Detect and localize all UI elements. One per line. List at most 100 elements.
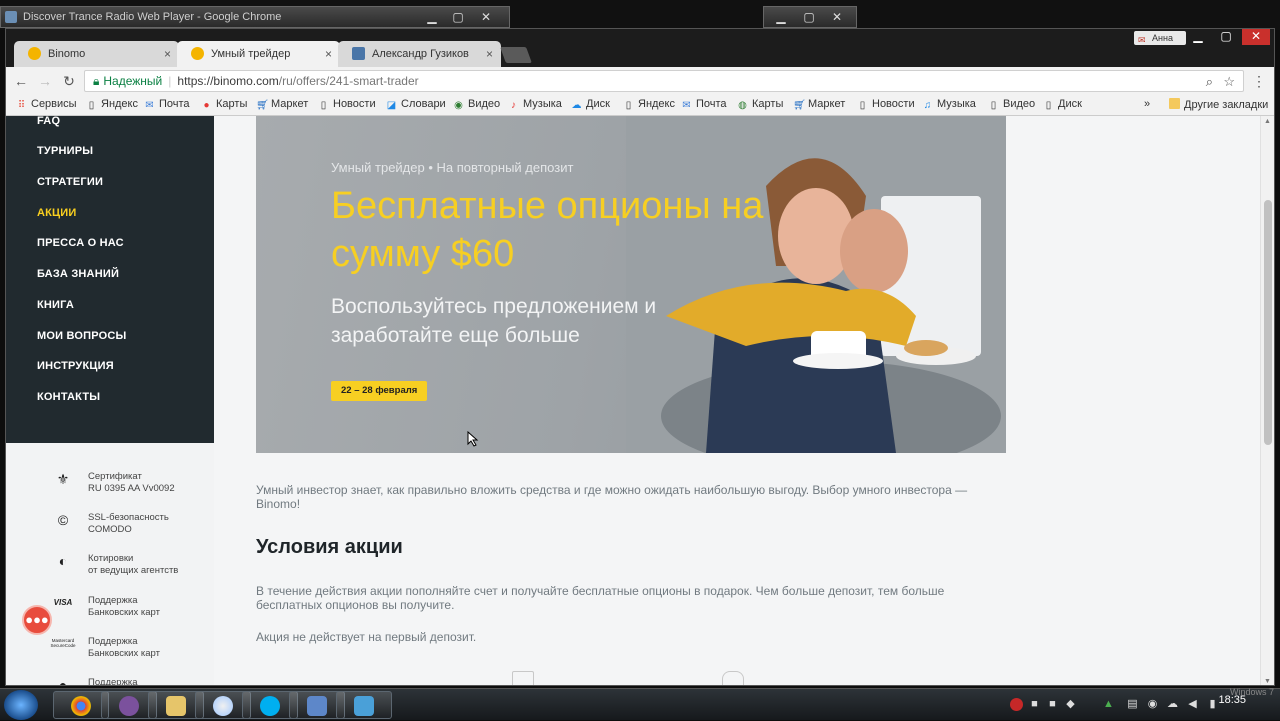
nav-item-faq[interactable]: FAQ — [37, 116, 60, 127]
maximize-icon[interactable]: ▢ — [796, 9, 822, 25]
mail-icon: ✉ — [145, 100, 154, 111]
bookmark-item[interactable]: ♪ Музыка — [508, 98, 562, 111]
close-icon[interactable]: ✕ — [473, 9, 499, 25]
close-icon[interactable]: ✕ — [1242, 29, 1270, 45]
bookmarks-overflow-button[interactable]: » — [1144, 98, 1150, 110]
video-icon: ◉ — [454, 100, 463, 111]
nav-item-contacts[interactable]: КОНТАКТЫ — [37, 391, 100, 403]
profile-icon: ✉ — [1138, 35, 1146, 45]
paint-icon — [213, 696, 233, 716]
address-bar[interactable]: 🔒︎ Надежный | https://binomo.com/ru/offers/… — [84, 70, 1244, 92]
background-window-titlebar[interactable]: Discover Trance Radio Web Player - Googl… — [0, 6, 510, 28]
conditions-note: Акция не действует на первый депозит. — [256, 630, 477, 644]
google-drive-icon[interactable]: ▲ — [1102, 698, 1115, 711]
keyboard-icon — [307, 696, 327, 716]
chrome-window: Binomo × Умный трейдер × Александр Гузик… — [5, 28, 1275, 686]
tray-icon[interactable]: ▤ — [1126, 698, 1139, 711]
conditions-paragraph: В течение действия акции пополняйте счет… — [256, 584, 945, 612]
mouse-cursor-icon — [467, 431, 479, 447]
couple-photo-illustration — [626, 116, 1006, 453]
forward-icon[interactable]: → — [36, 72, 54, 90]
bookmark-item[interactable]: ▯ Видео — [988, 98, 1035, 111]
lock-icon — [512, 671, 534, 685]
minimize-icon[interactable]: ▁ — [768, 9, 794, 25]
other-bookmarks-folder[interactable]: Другие закладки — [1169, 98, 1268, 111]
tray-icon[interactable]: ■ — [1046, 698, 1059, 711]
bookmark-item[interactable]: ▯ Диск — [1043, 98, 1082, 111]
nav-item-instructions[interactable]: ИНСТРУКЦИЯ — [37, 360, 114, 372]
nav-item-press[interactable]: ПРЕССА О НАС — [37, 237, 124, 249]
taskbar-remote-desktop[interactable] — [336, 691, 392, 719]
scroll-up-icon[interactable]: ▲ — [1264, 118, 1271, 125]
apps-grid-icon: ⠿ — [17, 100, 26, 111]
page-icon: ▯ — [990, 100, 997, 111]
tray-icon[interactable]: ◉ — [1146, 698, 1159, 711]
maximize-icon[interactable]: ▢ — [445, 9, 471, 25]
comodo-icon: © — [57, 512, 69, 528]
bookmark-item[interactable]: ◉ Видео — [453, 98, 500, 111]
minimize-icon[interactable]: ▁ — [1184, 29, 1212, 45]
minimize-icon[interactable]: ▁ — [419, 9, 445, 25]
nav-item-promotions[interactable]: АКЦИИ — [37, 207, 77, 219]
bookmark-services[interactable]: ⠿ Сервисы — [16, 98, 77, 111]
bookmark-item[interactable]: 🛒︎ Маркет — [793, 98, 845, 111]
page-icon: ▯ — [320, 100, 327, 111]
bookmark-item[interactable]: ▯ Новости — [857, 98, 915, 111]
bookmark-item[interactable]: ♫ Музыка — [922, 98, 976, 111]
profile-name: Анна — [1152, 33, 1173, 43]
apple-icon: ● — [58, 677, 68, 686]
new-tab-button[interactable] — [500, 47, 532, 63]
bookmark-star-icon[interactable]: ☆ — [1223, 72, 1235, 92]
bookmark-item[interactable]: ◪ Словари — [386, 98, 446, 111]
page-scrollbar[interactable]: ▲ ▼ — [1260, 116, 1274, 685]
bookmark-item[interactable]: ✉ Почта — [681, 98, 726, 111]
remote-desktop-icon — [354, 696, 374, 716]
close-icon[interactable]: ✕ — [824, 9, 850, 25]
bookmark-item[interactable]: ▯ Яндекс — [623, 98, 675, 111]
start-button[interactable] — [4, 690, 38, 720]
tray-icon[interactable]: ☁ — [1166, 698, 1179, 711]
page-icon: ▯ — [1045, 100, 1052, 111]
nav-item-book[interactable]: КНИГА — [37, 299, 74, 311]
nav-item-knowledge-base[interactable]: БАЗА ЗНАНИЙ — [37, 268, 119, 280]
promo-date-badge: 22 – 28 февраля — [331, 381, 428, 401]
tab-close-icon[interactable]: × — [164, 41, 171, 67]
scroll-down-icon[interactable]: ▼ — [1264, 678, 1271, 685]
volume-icon[interactable]: ◀ — [1186, 698, 1199, 711]
menu-icon[interactable]: ⋮ — [1250, 72, 1268, 90]
bookmark-item[interactable]: 🛒︎ Маркет — [256, 98, 308, 111]
page-icon: ▯ — [625, 100, 632, 111]
tab-label: Binomo — [48, 48, 86, 60]
record-icon[interactable] — [1010, 698, 1023, 711]
vk-favicon-icon — [352, 47, 365, 60]
chat-button[interactable]: ●●● — [22, 605, 52, 635]
bookmark-item[interactable]: ◍ Карты — [737, 98, 783, 111]
back-icon[interactable]: ← — [12, 72, 30, 90]
tab-close-icon[interactable]: × — [486, 41, 493, 67]
nav-item-my-questions[interactable]: МОИ ВОПРОСЫ — [37, 330, 126, 342]
cart-icon: 🛒︎ — [256, 100, 269, 111]
maximize-icon[interactable]: ▢ — [1212, 29, 1240, 45]
page-icon: ▯ — [88, 100, 95, 111]
bookmark-item[interactable]: ▯ Яндекс — [86, 98, 138, 111]
bookmark-item[interactable]: ▯ Новости — [318, 98, 376, 111]
tray-icon[interactable]: ◆ — [1064, 698, 1077, 711]
zoom-icon[interactable]: ⌕ — [1206, 72, 1213, 92]
tab-close-icon[interactable]: × — [325, 41, 332, 67]
bookmark-item[interactable]: ☁ Диск — [571, 98, 610, 111]
nav-item-tournaments[interactable]: ТУРНИРЫ — [37, 145, 93, 157]
network-icon[interactable]: ▮ — [1206, 698, 1219, 711]
tray-icon[interactable]: ■ — [1028, 698, 1041, 711]
tab-binomo[interactable]: Binomo × — [14, 41, 179, 67]
profile-button[interactable]: ✉ Анна — [1134, 31, 1186, 45]
reload-icon[interactable]: ↻ — [60, 72, 78, 90]
banner-title: Бесплатные опционы на сумму $60 — [331, 185, 764, 275]
tab-vk-profile[interactable]: Александр Гузиков × — [338, 41, 501, 67]
bookmark-item[interactable]: ✉ Почта — [144, 98, 189, 111]
tab-smart-trader[interactable]: Умный трейдер × — [177, 41, 340, 67]
address-separator: | — [168, 74, 172, 88]
disk-icon: ☁ — [571, 100, 582, 111]
nav-item-strategies[interactable]: СТРАТЕГИИ — [37, 176, 103, 188]
scrollbar-thumb[interactable] — [1264, 200, 1272, 445]
bookmark-item[interactable]: ● Карты — [201, 98, 247, 111]
